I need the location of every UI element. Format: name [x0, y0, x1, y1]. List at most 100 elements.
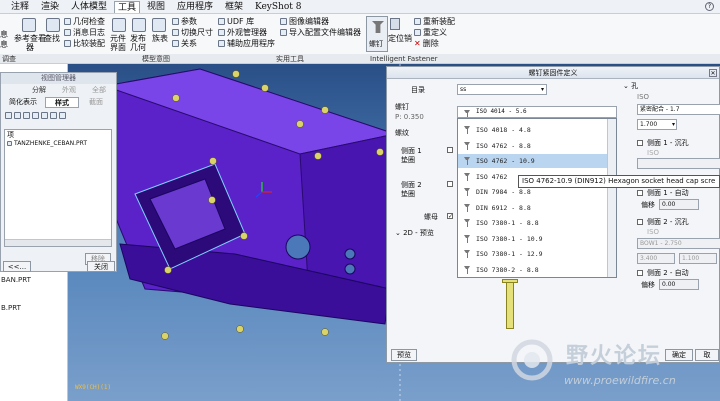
component-interface-icon[interactable] [112, 18, 126, 32]
bolt-icon [464, 110, 470, 117]
compare-assembly-button[interactable]: 比较装配 [64, 39, 105, 48]
appearance-manager-button[interactable]: 外观管理器 [218, 28, 267, 37]
label: TANZHENKE_CEBAN.PRT [14, 140, 88, 147]
find-icon[interactable] [46, 18, 60, 32]
udf-library-button[interactable]: UDF 库 [218, 17, 254, 26]
menu-applications[interactable]: 应用程序 [174, 1, 216, 13]
reference-viewer-icon[interactable] [22, 18, 36, 32]
list-item[interactable]: TANZHENKE_CEBAN.PRT [7, 140, 87, 147]
component-interface-button[interactable]: 元件界面 [110, 34, 130, 52]
screw-select[interactable]: ISO 4014 - 5.6 [457, 106, 617, 118]
label: DIN 6912 - 8.8 [476, 203, 531, 212]
geometry-check-button[interactable]: 几何检查 [64, 17, 105, 26]
new-icon[interactable] [5, 112, 12, 119]
copy-icon[interactable] [23, 112, 30, 119]
tree-icon[interactable] [59, 112, 66, 119]
side2-csk-checkbox[interactable] [637, 219, 643, 225]
dropdown-option[interactable]: ISO 4762 - 10.9 [458, 154, 607, 168]
list-scrollbar[interactable] [5, 239, 111, 246]
side2-value2[interactable]: 1.100 [679, 253, 717, 264]
tree-item[interactable]: B.PRT [1, 304, 21, 312]
tab-simplified-rep[interactable]: 简化表示 [3, 97, 43, 108]
family-table-icon[interactable] [152, 18, 166, 32]
side2-value1[interactable]: 3.400 [637, 253, 675, 264]
find-button[interactable]: 查找 [44, 34, 60, 43]
edit-icon[interactable] [14, 112, 21, 119]
model-hole[interactable] [344, 248, 356, 260]
side1-csk-checkbox[interactable] [637, 140, 643, 146]
bolt-button[interactable]: 螺钉 [366, 16, 388, 52]
message-log-button[interactable]: 消息日志 [64, 28, 105, 37]
offset1-input[interactable]: 0.00 [659, 199, 699, 210]
model-hole[interactable] [285, 234, 311, 260]
model-hole[interactable] [344, 263, 356, 275]
dropdown-option[interactable]: ISO 7380-1 - 12.9 [458, 247, 607, 261]
tab-all[interactable]: 全部 [85, 85, 113, 96]
offset2-input[interactable]: 0.00 [659, 279, 699, 290]
dropdown-option[interactable]: ISO 7380-1 - 8.8 [458, 216, 607, 230]
dropdown-option[interactable]: ISO 4762 - 8.8 [458, 139, 607, 153]
menu-framework[interactable]: 框架 [222, 1, 246, 13]
label: 导入配置文件编辑器 [289, 28, 361, 37]
tab-section[interactable]: 截面 [81, 97, 111, 108]
import-config-editor-button[interactable]: 导入配置文件编辑器 [280, 28, 361, 37]
ribbon-fragment: 息 [0, 40, 8, 49]
graph-editor-button[interactable]: 图像编辑器 [280, 17, 329, 26]
fit-select[interactable]: 紧密配合 - 1.7 [637, 104, 720, 115]
back-button[interactable]: <<... [3, 261, 31, 272]
publish-geometry-icon[interactable] [132, 18, 146, 32]
delete-button[interactable]: ✕ 删除 [414, 39, 439, 48]
dropdown-option[interactable]: ISO 7380-2 - 8.8 [458, 263, 607, 277]
fastener-definition-dialog[interactable]: 螺钉紧固件定义 ✕ 目录 ss ▾ 螺钉 P: 0.350 ISO 4014 - … [386, 66, 720, 363]
side2-auto-checkbox[interactable] [637, 270, 643, 276]
screw-dropdown-list[interactable]: ISO 4018 - 4.8 ISO 4762 - 8.8 ISO 4762 - 1… [457, 118, 617, 278]
auxiliary-app-button[interactable]: 辅助应用程序 [218, 39, 275, 48]
dropdown-option[interactable]: ISO 7380-1 - 10.9 [458, 232, 607, 246]
relations-button[interactable]: 关系 [172, 39, 197, 48]
tab-explode[interactable]: 分解 [25, 85, 53, 96]
switch-dimensions-button[interactable]: 切换尺寸 [172, 28, 213, 37]
side1-auto-checkbox[interactable] [637, 190, 643, 196]
label: ISO 4014 - 5.6 [476, 108, 527, 115]
family-table-button[interactable]: 族表 [152, 34, 168, 43]
menu-render[interactable]: 渲染 [38, 1, 62, 13]
catalog-select[interactable]: ss ▾ [457, 84, 547, 95]
tab-style[interactable]: 样式 [45, 97, 79, 108]
label: ISO 4018 - 4.8 [476, 126, 531, 134]
dropdown-scrollbar[interactable] [607, 119, 616, 277]
view-item-list[interactable]: 项 TANZHENKE_CEBAN.PRT [4, 129, 112, 247]
menu-human-model[interactable]: 人体模型 [68, 1, 110, 13]
menu-view[interactable]: 视图 [144, 1, 168, 13]
nut-checkbox[interactable]: ✓ [447, 213, 453, 220]
options-icon[interactable] [41, 112, 48, 119]
publish-geometry-button[interactable]: 发布几何 [130, 34, 150, 52]
tab-appearance[interactable]: 外观 [55, 85, 83, 96]
redefine-button[interactable]: 重定义 [414, 28, 447, 37]
side1-washer-checkbox[interactable] [447, 147, 453, 153]
locating-pin-button[interactable]: 定位销 [388, 34, 412, 43]
reference-viewer-button[interactable]: 参考查看器 [14, 34, 46, 52]
side1-csk-select[interactable] [637, 158, 720, 169]
label: 1.700 [640, 121, 658, 128]
properties-icon[interactable] [32, 112, 39, 119]
parameters-button[interactable]: 参数 [172, 17, 197, 26]
close-button[interactable]: 关闭 [87, 261, 115, 272]
menu-annotate[interactable]: 注释 [8, 1, 32, 13]
reassemble-button[interactable]: 重新装配 [414, 17, 455, 26]
dropdown-option[interactable]: ISO 4018 - 4.8 [458, 123, 607, 137]
tree-item[interactable]: BAN.PRT [1, 276, 31, 284]
bolt-icon [464, 141, 470, 150]
close-icon[interactable]: ✕ [709, 69, 717, 77]
menu-keyshot[interactable]: KeyShot 8 [252, 1, 304, 13]
help-icon[interactable]: ? [705, 2, 714, 11]
locating-pin-icon[interactable] [390, 18, 400, 30]
bow-select[interactable]: BOW1 - 2.750 [637, 238, 720, 249]
view-manager-dialog[interactable]: 视图管理器 分解 外观 全部 简化表示 样式 截面 项 TANZHENKE_CE… [0, 72, 117, 272]
diameter-input[interactable]: 1.700 ▾ [637, 119, 677, 130]
side2-washer-checkbox[interactable] [447, 181, 453, 187]
preview-button[interactable]: 预览 [391, 349, 417, 361]
label: 消息日志 [73, 28, 105, 37]
list-icon[interactable] [50, 112, 57, 119]
menu-tools[interactable]: 工具 [114, 1, 141, 13]
dropdown-option[interactable]: DIN 6912 - 8.8 [458, 201, 607, 215]
